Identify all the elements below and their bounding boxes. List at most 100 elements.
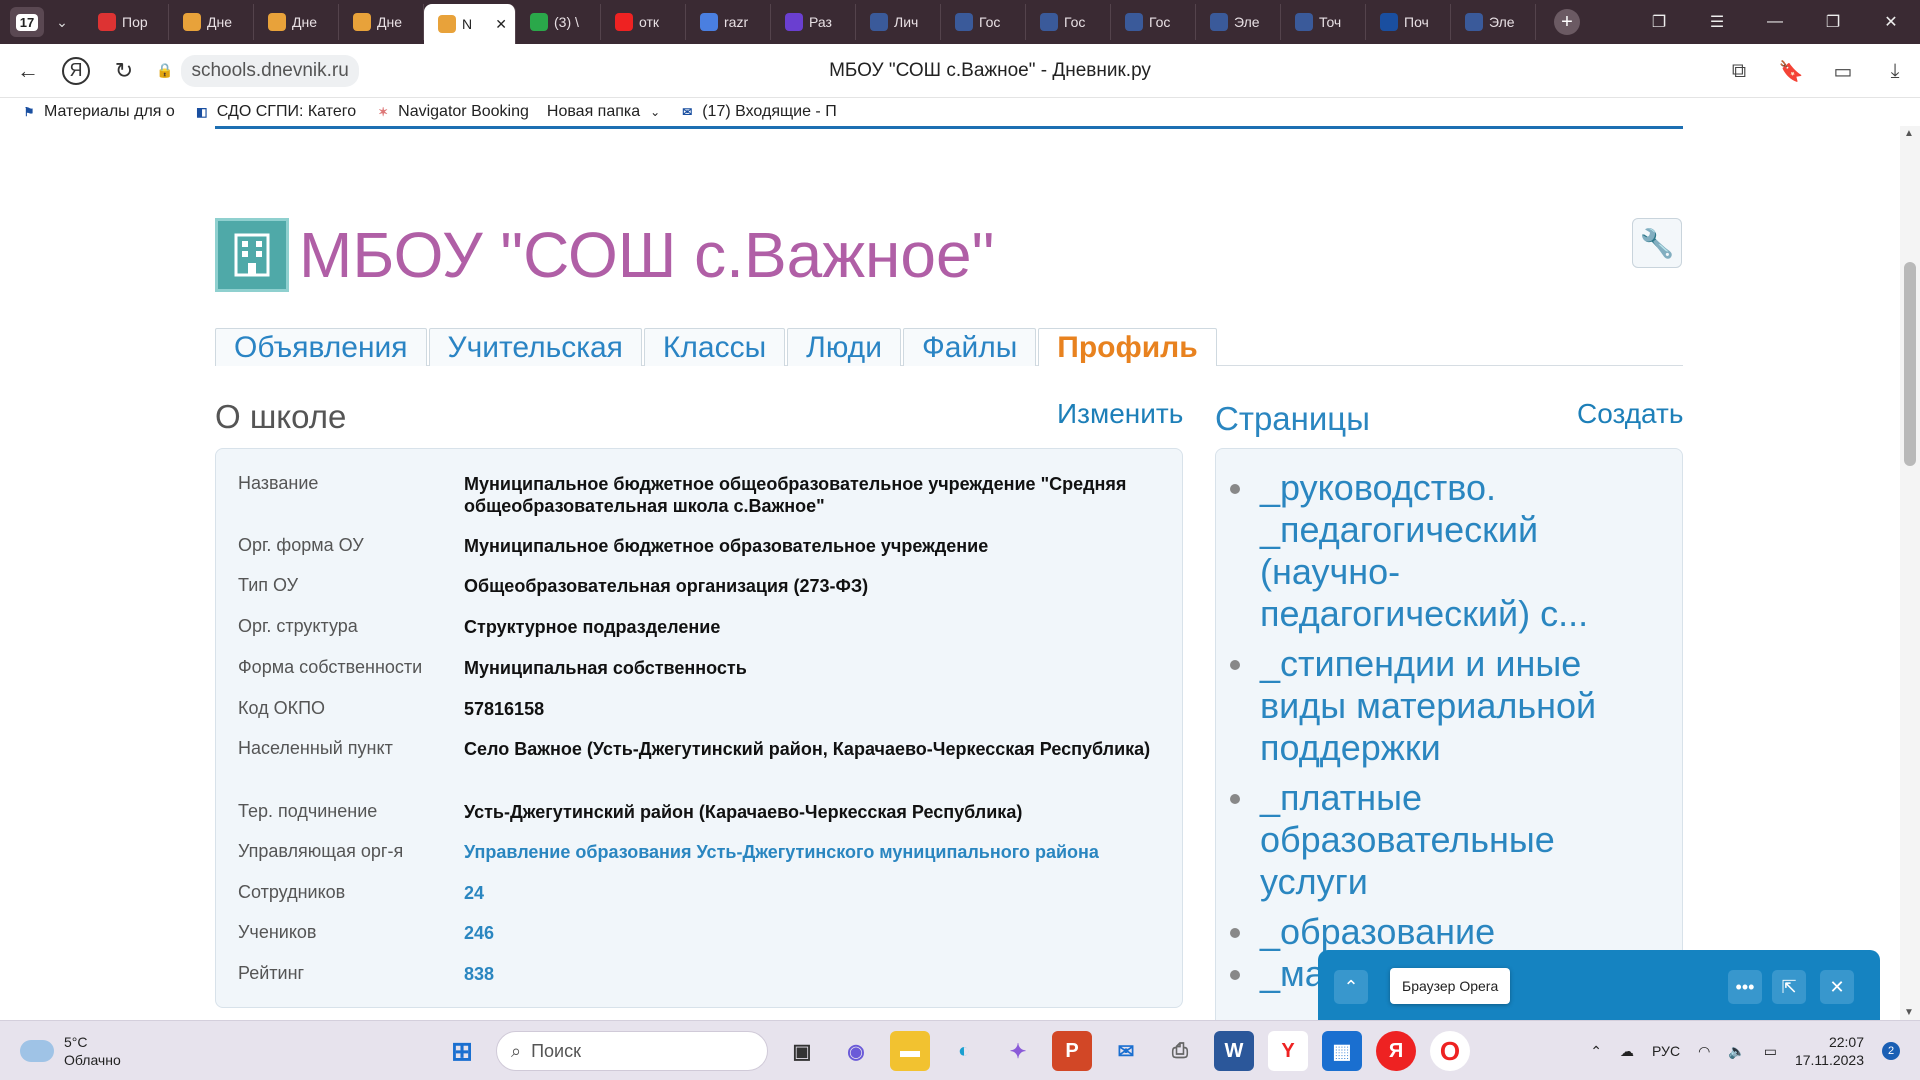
tab-announcements[interactable]: Объявления <box>215 328 427 366</box>
reload-icon[interactable]: ↻ <box>104 51 144 91</box>
page-link[interactable]: _платные образовательные услуги <box>1230 777 1660 903</box>
menu-icon[interactable]: ☰ <box>1688 12 1746 32</box>
store-icon[interactable]: ▦ <box>1322 1031 1362 1071</box>
chevron-up-icon[interactable]: ⌃ <box>1334 970 1368 1004</box>
close-window-button[interactable]: ✕ <box>1862 12 1920 32</box>
url-text[interactable]: schools.dnevnik.ru <box>181 54 359 87</box>
bookmark-item[interactable]: ⚑ Материалы для о <box>20 103 175 121</box>
close-tab-icon[interactable]: ✕ <box>495 16 507 33</box>
emblem-icon <box>1125 13 1143 31</box>
browser-tab[interactable]: Поч <box>1366 4 1451 40</box>
window-controls: ❐ ☰ — ❐ ✕ <box>1630 0 1920 44</box>
copilot-icon[interactable]: ✦ <box>998 1031 1038 1071</box>
edge-icon[interactable]: ◐ <box>944 1031 984 1071</box>
rating-link[interactable]: 838 <box>464 963 494 985</box>
scroll-up-icon[interactable]: ▲ <box>1904 128 1914 139</box>
tab-files[interactable]: Файлы <box>902 328 1037 366</box>
tab-counter-button[interactable]: 17 <box>10 7 44 37</box>
battery-icon[interactable]: ▭ <box>1764 1043 1777 1060</box>
onedrive-icon[interactable]: ☁ <box>1620 1043 1634 1060</box>
page-link[interactable]: _руководство. _педагогический (научно-пе… <box>1230 467 1660 635</box>
notifications-badge[interactable]: 2 <box>1882 1042 1900 1060</box>
browser-tab[interactable]: Лич <box>856 4 941 40</box>
more-options-icon[interactable]: ••• <box>1728 970 1762 1004</box>
browser-tab[interactable]: Эле <box>1196 4 1281 40</box>
minimize-button[interactable]: — <box>1746 13 1804 31</box>
scroll-thumb[interactable] <box>1904 262 1916 466</box>
download-icon[interactable]: ⤓ <box>1880 60 1910 83</box>
browser-tab[interactable]: Точ <box>1281 4 1366 40</box>
chat-icon[interactable]: ◉ <box>836 1031 876 1071</box>
browser-tab[interactable]: Гос <box>1026 4 1111 40</box>
page-link[interactable]: _стипендии и иные виды материальной подд… <box>1230 643 1660 769</box>
powerpoint-icon[interactable]: P <box>1052 1031 1092 1071</box>
yandex-home-icon[interactable]: Я <box>62 56 90 85</box>
edit-link[interactable]: Изменить <box>1057 398 1183 430</box>
chevron-down-icon[interactable]: ⌄ <box>48 7 76 37</box>
hand-icon <box>353 13 371 31</box>
browser-tab[interactable]: Раз <box>771 4 856 40</box>
language-indicator[interactable]: РУС <box>1652 1043 1680 1059</box>
address-bar-actions: ⧉ 🔖 ▭ ⤓ <box>1724 44 1910 98</box>
browser-tab[interactable]: Пор <box>84 4 169 40</box>
browser-tab[interactable]: Эле <box>1451 4 1536 40</box>
browser-tab[interactable]: (3) \ <box>516 4 601 40</box>
task-view-icon[interactable]: ▣ <box>782 1031 822 1071</box>
browser-tab[interactable]: Дне <box>254 4 339 40</box>
students-link[interactable]: 246 <box>464 922 494 944</box>
page-scrollbar[interactable]: ▲ ▼ <box>1900 126 1920 1020</box>
browser-tab-strip: 17 ⌄ Пор Дне Дне Дне N ✕ (3) \ отк razr Раз Лич Гос… <box>0 0 1920 44</box>
back-icon[interactable]: ← <box>8 51 48 91</box>
browser-tab[interactable]: Дне <box>169 4 254 40</box>
open-external-icon[interactable]: ⇱ <box>1772 970 1806 1004</box>
restore-button[interactable]: ❐ <box>1804 12 1862 32</box>
yandex-browser-icon[interactable]: Y <box>1268 1031 1308 1071</box>
create-page-link[interactable]: Создать <box>1577 398 1683 430</box>
chevron-up-icon[interactable]: ⌃ <box>1590 1043 1602 1060</box>
browser-tab[interactable]: Гос <box>941 4 1026 40</box>
tab-label: Дне <box>377 14 402 30</box>
browser-tab[interactable]: Гос <box>1111 4 1196 40</box>
folder-icon[interactable]: ▬ <box>890 1031 930 1071</box>
bookmark-item[interactable]: ◧ СДО СГПИ: Катего <box>193 103 356 121</box>
extensions-icon[interactable]: ⧉ <box>1724 60 1754 83</box>
browser-tab[interactable]: N ✕ <box>424 4 516 44</box>
mail-icon[interactable]: ✉ <box>1106 1031 1146 1071</box>
school-nav-tabs: Объявления Учительская Классы Люди Файлы… <box>215 328 1683 366</box>
opera-icon[interactable]: O <box>1430 1031 1470 1071</box>
browser-tab[interactable]: razr <box>686 4 771 40</box>
volume-icon[interactable]: 🔈 <box>1728 1043 1745 1060</box>
tab-profile[interactable]: Профиль <box>1038 328 1217 366</box>
tabs-panel-icon[interactable]: ❐ <box>1630 12 1688 32</box>
clock[interactable]: 22:07 17.11.2023 <box>1795 1033 1864 1069</box>
tab-teachers-room[interactable]: Учительская <box>428 328 642 366</box>
printer-icon[interactable]: ⎙ <box>1160 1031 1200 1071</box>
cube-icon <box>700 13 718 31</box>
system-tray: ⌃ ☁ РУС ◠ 🔈 ▭ 22:07 17.11.2023 2 <box>1590 1029 1900 1073</box>
bookmark-item[interactable]: ✶ Navigator Booking <box>374 103 529 121</box>
word-icon[interactable]: W <box>1214 1031 1254 1071</box>
browser-tab[interactable]: отк <box>601 4 686 40</box>
bookmark-item[interactable]: ✉ (17) Входящие - П <box>678 103 837 121</box>
date: 17.11.2023 <box>1794 1052 1864 1068</box>
new-tab-button[interactable]: + <box>1554 9 1580 35</box>
employees-link[interactable]: 24 <box>464 882 484 904</box>
managing-org-link[interactable]: Управление образования Усть-Джегутинског… <box>464 841 1099 863</box>
scroll-down-icon[interactable]: ▼ <box>1904 1007 1914 1018</box>
tab-people[interactable]: Люди <box>787 328 901 366</box>
yandex-icon[interactable]: Я <box>1376 1031 1416 1071</box>
bookmark-folder[interactable]: Новая папка ⌄ <box>547 103 660 121</box>
tab-classes[interactable]: Классы <box>643 328 786 366</box>
taskbar-search[interactable]: ⌕ Поиск <box>496 1031 768 1071</box>
browser-tab[interactable]: Дне <box>339 4 424 40</box>
weather-widget[interactable]: 5°C Облачно <box>20 1033 121 1069</box>
bookmark-icon[interactable]: 🔖 <box>1776 59 1806 84</box>
settings-wrench-icon[interactable]: 🔧 <box>1632 218 1682 268</box>
wifi-icon[interactable]: ◠ <box>1698 1043 1710 1060</box>
windows-start-icon[interactable]: ⊞ <box>442 1031 482 1071</box>
close-icon[interactable]: ✕ <box>1820 970 1854 1004</box>
tab-label: razr <box>724 14 749 30</box>
page-link[interactable]: _образование <box>1230 911 1660 953</box>
url-field[interactable]: 🔒 schools.dnevnik.ru <box>156 54 359 87</box>
collections-icon[interactable]: ▭ <box>1828 59 1858 84</box>
